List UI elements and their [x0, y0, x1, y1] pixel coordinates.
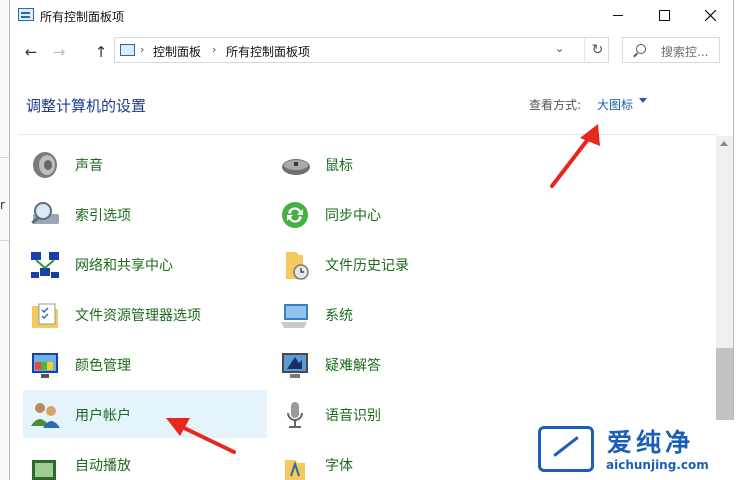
item-label: 文件历史记录	[325, 258, 409, 274]
item-file-explorer-options[interactable]: 文件资源管理器选项	[23, 290, 267, 338]
item-fonts[interactable]: 字体	[273, 440, 517, 480]
control-panel-window: 所有控制面板项 ← → ↑ › 控制面板 › 所有控制面板项 ⌄ ↻ 搜索控..…	[9, 0, 734, 480]
index-search-icon	[31, 202, 59, 225]
speaker-icon	[33, 152, 57, 178]
search-placeholder: 搜索控...	[661, 45, 709, 59]
minimize-icon	[613, 15, 623, 16]
troubleshooting-icon	[282, 353, 308, 378]
item-indexing-options[interactable]: 索引选项	[23, 190, 267, 238]
divider-line	[0, 157, 9, 158]
chevron-down-icon[interactable]	[639, 98, 647, 103]
search-input[interactable]: 搜索控...	[622, 37, 720, 63]
item-color-management[interactable]: 颜色管理	[23, 340, 267, 388]
item-label: 疑难解答	[325, 358, 381, 374]
item-mouse[interactable]: 鼠标	[273, 140, 517, 188]
view-by-label: 查看方式:	[529, 98, 582, 112]
up-button[interactable]: ↑	[90, 41, 112, 63]
folder-options-icon	[32, 303, 58, 328]
control-panel-location-icon	[120, 44, 135, 56]
scroll-up-icon[interactable]	[720, 141, 728, 146]
item-label: 用户帐户	[75, 408, 131, 424]
mouse-icon	[282, 159, 310, 175]
forward-button[interactable]: →	[48, 41, 70, 63]
annotation-arrow-view-by	[550, 124, 600, 188]
item-label: 字体	[325, 458, 353, 474]
annotation-arrow-user-accounts	[166, 418, 236, 454]
window-title: 所有控制面板项	[40, 10, 125, 24]
item-label: 鼠标	[325, 158, 353, 174]
item-label: 语音识别	[325, 408, 381, 424]
item-label: 系统	[325, 308, 353, 324]
item-label: 文件资源管理器选项	[75, 308, 201, 324]
maximize-icon	[658, 10, 670, 21]
item-label: 颜色管理	[75, 358, 131, 374]
breadcrumb-separator: ›	[140, 43, 145, 56]
maximize-button[interactable]	[641, 0, 687, 31]
divider	[18, 134, 718, 135]
breadcrumb-separator: ›	[212, 43, 217, 56]
title-bar: 所有控制面板项	[10, 0, 733, 31]
autoplay-icon	[32, 460, 56, 480]
item-system[interactable]: 系统	[273, 290, 517, 338]
item-label: 声音	[75, 158, 103, 174]
back-button[interactable]: ←	[20, 41, 42, 63]
item-label: 网络和共享中心	[75, 258, 173, 274]
view-by-dropdown[interactable]: 大图标	[597, 96, 633, 113]
item-file-history[interactable]: 文件历史记录	[273, 240, 517, 288]
search-icon	[636, 44, 646, 54]
item-network-sharing[interactable]: 网络和共享中心	[23, 240, 267, 288]
address-row: ← → ↑ › 控制面板 › 所有控制面板项 ⌄ ↻ 搜索控...	[10, 31, 733, 71]
network-icon	[31, 252, 59, 278]
watermark-url: aichunjing.com	[606, 458, 709, 472]
divider-line	[0, 240, 9, 241]
microphone-icon	[287, 402, 303, 428]
address-bar[interactable]: › 控制面板 › 所有控制面板项 ⌄ ↻	[114, 37, 609, 63]
item-troubleshooting[interactable]: 疑难解答	[273, 340, 517, 388]
close-button[interactable]	[687, 0, 733, 31]
page-title: 调整计算机的设置	[26, 97, 147, 115]
background-window-edge: r	[0, 0, 9, 480]
item-speech-recognition[interactable]: 语音识别	[273, 390, 517, 438]
fonts-icon	[285, 460, 305, 480]
close-icon	[704, 10, 716, 21]
file-history-icon	[286, 252, 309, 280]
minimize-button[interactable]	[595, 0, 641, 31]
item-label: 自动播放	[75, 458, 131, 474]
control-panel-icon	[18, 8, 34, 21]
system-icon	[281, 304, 308, 328]
breadcrumb-control-panel[interactable]: 控制面板	[153, 43, 201, 60]
item-label: 同步中心	[325, 208, 381, 224]
item-label: 索引选项	[75, 208, 131, 224]
watermark-logo	[538, 426, 594, 472]
watermark: 爱纯净 aichunjing.com	[533, 420, 739, 480]
breadcrumb-all-items[interactable]: 所有控制面板项	[226, 43, 310, 60]
refresh-button[interactable]: ↻	[584, 38, 610, 62]
watermark-title: 爱纯净	[607, 428, 695, 457]
item-sync-center[interactable]: 同步中心	[273, 190, 517, 238]
item-sound[interactable]: 声音	[23, 140, 267, 188]
color-management-icon	[32, 353, 58, 378]
sync-icon	[282, 202, 308, 228]
partial-text: r	[0, 198, 5, 212]
address-dropdown-button[interactable]: ⌄	[555, 42, 564, 55]
user-accounts-icon	[31, 403, 60, 428]
